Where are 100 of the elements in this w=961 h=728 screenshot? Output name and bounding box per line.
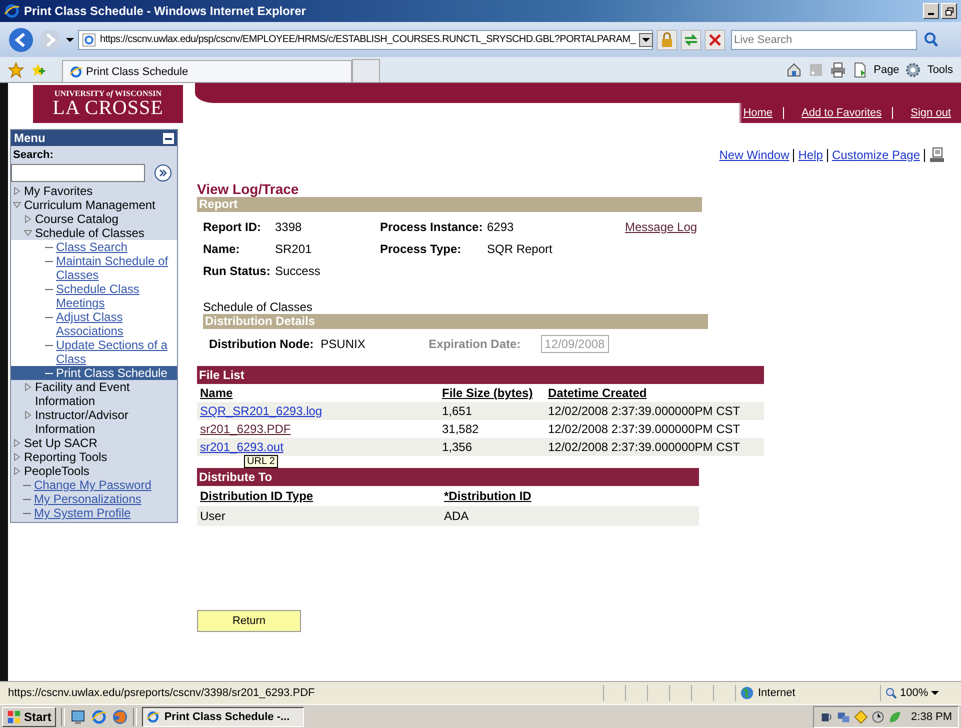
menu-folder[interactable]: Curriculum Management <box>24 198 156 212</box>
desktop-icon[interactable] <box>70 708 86 724</box>
collapsed-triangle-icon[interactable] <box>24 383 32 391</box>
browser-tab[interactable]: Print Class Schedule <box>62 60 352 82</box>
field-value: SQR Report <box>487 242 554 256</box>
page-link[interactable]: Help <box>798 148 823 162</box>
menu-link[interactable]: My Personalizations <box>34 492 142 506</box>
field-value: SR201 <box>275 242 313 256</box>
field-label: Report ID: <box>203 220 262 234</box>
add-favorite-icon[interactable] <box>30 62 46 78</box>
tooltip: URL 2 <box>244 455 278 468</box>
zoom-icon[interactable] <box>885 687 897 699</box>
column-header[interactable]: Distribution ID Type <box>200 489 444 503</box>
collapsed-triangle-icon[interactable] <box>24 411 32 419</box>
menu-folder[interactable]: My Favorites <box>24 184 93 198</box>
field-label: Distribution Node: <box>209 337 314 351</box>
collapse-icon[interactable] <box>163 132 174 144</box>
refresh-button[interactable] <box>681 30 701 50</box>
menu-folder[interactable]: Course Catalog <box>35 212 118 226</box>
table-cell-text: 1,356 <box>442 440 474 454</box>
expanded-triangle-icon[interactable] <box>24 229 32 237</box>
column-header[interactable]: Name <box>200 386 442 400</box>
field-label: Name: <box>203 242 241 256</box>
security-zone: Internet <box>758 687 796 699</box>
start-button[interactable]: Start <box>2 706 56 726</box>
message-log-link[interactable]: Message Log <box>625 220 703 234</box>
file-link[interactable]: SQR_SR201_6293.log <box>200 404 322 418</box>
section-header: Report <box>197 197 702 212</box>
fox-globe-icon[interactable] <box>112 708 128 724</box>
address-field[interactable]: https://cscnv.uwlax.edu/psp/cscnv/EMPLOYEE/HRMS/c/ESTABLISH_COURSES.RUNCTL_SRYSCHD.GBL?PORTALPARAM_ <box>78 30 653 50</box>
header-link[interactable]: Add to Favorites <box>782 107 892 119</box>
menu-folder[interactable]: Set Up SACR <box>24 436 98 450</box>
collapsed-triangle-icon[interactable] <box>24 215 32 223</box>
minimize-button[interactable] <box>923 3 939 19</box>
menu-folder[interactable]: Instructor/Advisor Information <box>35 408 175 436</box>
menu-folder[interactable]: Schedule of Classes <box>35 226 144 240</box>
page-link[interactable]: Customize Page <box>832 148 920 162</box>
dash-icon <box>45 317 53 319</box>
table-cell-text: 1,651 <box>442 404 474 418</box>
field-label: Run Status: <box>203 264 272 278</box>
column-header[interactable]: Datetime Created <box>548 386 764 400</box>
dropdown-arrow-icon[interactable] <box>66 36 74 44</box>
return-button[interactable]: Return <box>197 610 301 632</box>
home-icon[interactable] <box>786 62 802 78</box>
section-header: Distribution Details <box>203 314 708 329</box>
menu-folder[interactable]: PeopleTools <box>24 464 90 478</box>
expanded-triangle-icon[interactable] <box>13 201 21 209</box>
clock-tray-icon[interactable] <box>871 710 886 724</box>
lock-icon[interactable] <box>657 30 677 50</box>
clock: 2:38 PM <box>911 710 952 722</box>
window-title: Print Class Schedule - Windows Internet Explorer <box>24 4 306 18</box>
collapsed-triangle-icon[interactable] <box>13 187 21 195</box>
menu-folder[interactable]: Facility and Event Information <box>35 380 175 408</box>
stop-button[interactable] <box>705 30 725 50</box>
go-button[interactable] <box>154 164 172 182</box>
header-link[interactable]: Sign out <box>892 107 961 119</box>
field-value: PSUNIX <box>320 337 366 351</box>
field-value: 3398 <box>275 220 303 234</box>
ie-logo-icon <box>146 710 160 724</box>
file-link[interactable]: sr201_6293.PDF <box>200 422 291 436</box>
file-link[interactable]: sr201_6293.out <box>200 440 284 454</box>
ie-logo-icon[interactable] <box>91 708 108 724</box>
ie-logo-icon <box>4 3 20 19</box>
header-link[interactable]: Home <box>725 107 783 119</box>
field-label: Expiration Date: <box>428 337 521 351</box>
restore-icon <box>944 6 954 16</box>
collapsed-triangle-icon[interactable] <box>13 453 21 461</box>
menu-folder[interactable]: Reporting Tools <box>24 450 108 464</box>
table-cell-text: 12/02/2008 2:37:39.000000PM CST <box>548 440 742 454</box>
new-tab-button[interactable] <box>352 59 380 82</box>
table-cell-text: User <box>200 509 226 523</box>
zoom-level[interactable]: 100% <box>900 687 928 699</box>
back-button[interactable] <box>8 26 34 52</box>
page-globe-icon <box>82 32 96 46</box>
dash-icon <box>45 289 53 291</box>
favorites-star-icon[interactable] <box>8 62 24 78</box>
print-icon[interactable] <box>830 62 846 78</box>
collapsed-triangle-icon[interactable] <box>13 467 21 475</box>
page-menu[interactable]: Page <box>874 64 900 76</box>
windows-logo-icon <box>7 710 21 724</box>
column-header[interactable]: *Distribution ID <box>444 489 699 503</box>
university-logo[interactable]: UNIVERSITY of WISCONSIN LA CROSSE <box>33 85 183 123</box>
dropdown-arrow-icon[interactable] <box>931 689 940 697</box>
menu-search-field[interactable] <box>11 164 145 182</box>
field-label: Process Type: <box>380 242 462 256</box>
collapsed-triangle-icon[interactable] <box>13 439 21 447</box>
table-cell-text: ADA <box>444 509 470 523</box>
restore-button[interactable] <box>941 3 957 19</box>
taskbar-window-button[interactable]: Print Class Schedule -... <box>142 706 304 726</box>
grid-header: File List <box>197 366 764 384</box>
page-link[interactable]: New Window <box>719 148 790 162</box>
column-header[interactable]: File Size (bytes) <box>442 386 548 400</box>
http-page-icon[interactable] <box>929 147 945 163</box>
tools-menu[interactable]: Tools <box>927 64 953 76</box>
search-field[interactable]: Live Search <box>731 30 917 50</box>
menu-title: Menu <box>14 131 46 145</box>
menu-link[interactable]: My System Profile <box>34 506 131 520</box>
network-icon[interactable] <box>837 710 852 724</box>
dash-icon <box>23 513 31 515</box>
menu-link[interactable]: Change My Password <box>34 478 152 492</box>
